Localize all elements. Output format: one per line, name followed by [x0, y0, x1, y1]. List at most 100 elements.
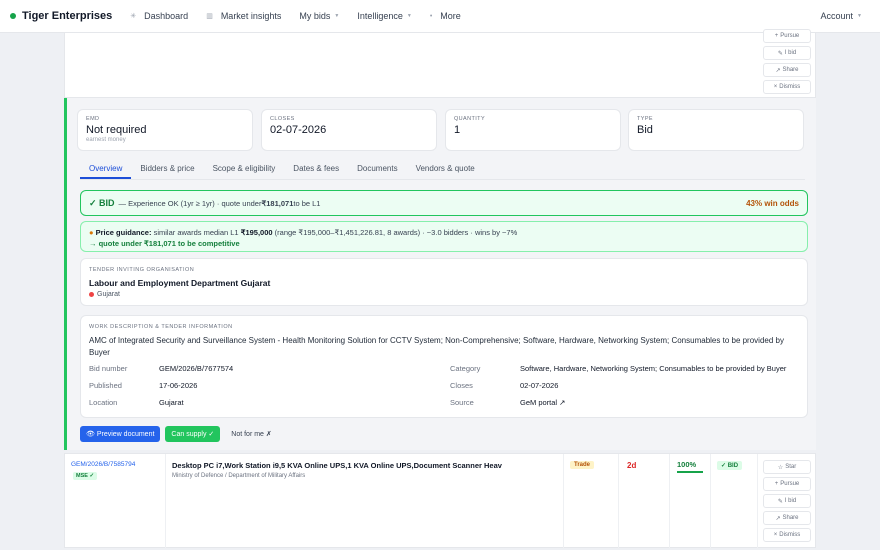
work-description-panel: Work description & tender information AM…	[80, 315, 808, 418]
tab-vendors-quote[interactable]: Vendors & quote	[407, 160, 484, 179]
brand-name: Tiger Enterprises	[22, 10, 113, 22]
column-divider	[618, 454, 619, 549]
nav-dashboard[interactable]: ✳ Dashboard	[130, 11, 188, 21]
dismiss-button[interactable]: × Dismiss	[763, 80, 811, 94]
field-source: Source GeM portal ↗	[450, 398, 565, 407]
detail-tabs: Overview Bidders & price Scope & eligibi…	[80, 160, 805, 180]
field-published-value: 17-06-2026	[159, 381, 198, 390]
guidance-cta: → quote under ₹181,071 to be competitive	[89, 239, 240, 248]
plus-icon: +	[774, 481, 779, 487]
nav-more-label: More	[440, 11, 461, 21]
nav-intelligence-label: Intelligence	[357, 11, 403, 21]
stat-type-label: Type	[637, 116, 653, 122]
pursue-label: Pursue	[780, 33, 800, 39]
share-button[interactable]: ↗ Share	[763, 511, 811, 525]
preview-document-button[interactable]: 👁 Preview document	[80, 426, 161, 442]
nav-my-bids-label: My bids	[299, 11, 331, 21]
account-menu[interactable]: Account ▼	[821, 11, 862, 21]
stat-closes-label: Closes	[270, 116, 295, 122]
row-verdict-badge: ✓ BID	[717, 461, 743, 470]
mse-badge: MSE ✓	[73, 472, 98, 480]
tab-overview[interactable]: Overview	[80, 160, 132, 179]
field-bid-number-key: Bid number	[89, 364, 128, 373]
column-divider	[669, 454, 670, 549]
chevron-down-icon: ▼	[406, 13, 412, 19]
gem-portal-link[interactable]: GeM portal ↗	[520, 398, 565, 407]
pursue-button[interactable]: + Pursue	[763, 477, 811, 491]
i-bid-label: I bid	[784, 498, 797, 504]
stat-quantity-label: Quantity	[454, 116, 486, 122]
brand[interactable]: Tiger Enterprises	[10, 10, 112, 22]
field-location-value: Gujarat	[159, 398, 184, 407]
organisation-panel-label: Tender inviting organisation	[89, 267, 195, 273]
field-location: Location Gujarat	[89, 398, 184, 407]
tab-dates-fees[interactable]: Dates & fees	[284, 160, 348, 179]
star-label: Star	[785, 464, 797, 470]
guidance-text-1: similar awards median L1	[151, 228, 241, 237]
bid-verdict-banner: ✓ BID — Experience OK (1yr ≥ 1yr) · quot…	[80, 190, 808, 216]
chevron-down-icon: ▼	[334, 13, 340, 19]
account-label: Account	[820, 11, 854, 21]
tender-detail-panel: EMD Not required earnest money Closes 02…	[64, 98, 816, 450]
money-bag-icon: ●	[89, 228, 94, 237]
previous-tender-card: + Pursue ✎ I bid ↗ Share × Dismiss	[64, 29, 816, 98]
nav-my-bids[interactable]: My bids ▼	[299, 11, 339, 21]
chevron-down-icon: ▼	[857, 13, 862, 19]
nav-more[interactable]: • More	[430, 11, 461, 21]
nav-market-insights[interactable]: ▥ Market insights	[206, 11, 281, 21]
match-progress-bar	[677, 471, 703, 473]
field-category-key: Category	[450, 364, 481, 373]
stat-quantity: Quantity 1	[445, 109, 621, 151]
stat-emd-label: EMD	[86, 116, 100, 122]
organisation-location-text: Gujarat	[97, 291, 120, 298]
grid-icon: ✳	[130, 13, 137, 20]
close-icon: ×	[773, 532, 778, 538]
not-for-me-button[interactable]: Not for me ✗	[225, 426, 278, 442]
can-supply-button[interactable]: Can supply ✓	[165, 426, 221, 442]
field-closes: Closes 02-07-2026	[450, 381, 558, 390]
previous-card-actions: + Pursue ✎ I bid ↗ Share × Dismiss	[763, 29, 811, 94]
share-icon: ↗	[775, 67, 781, 74]
tab-documents[interactable]: Documents	[348, 160, 406, 179]
tender-row[interactable]: GEM/2026/B/7585794 MSE ✓ Desktop PC i7,W…	[64, 453, 816, 549]
column-divider	[710, 454, 711, 549]
tab-scope-eligibility[interactable]: Scope & eligibility	[204, 160, 285, 179]
tab-bidders-price[interactable]: Bidders & price	[131, 160, 203, 179]
share-icon: ↗	[775, 515, 781, 522]
bid-verdict-tag: ✓ BID	[89, 197, 115, 208]
share-label: Share	[782, 515, 799, 521]
dismiss-label: Dismiss	[779, 84, 801, 90]
verdict-text-post: to be L1	[293, 198, 321, 208]
field-location-key: Location	[89, 398, 118, 407]
stat-emd-sub: earnest money	[86, 137, 126, 143]
row-match-percent: 100%	[677, 460, 697, 469]
i-bid-button[interactable]: ✎ I bid	[763, 46, 811, 60]
nav-intelligence[interactable]: Intelligence ▼	[357, 11, 412, 21]
row-actions: ☆ Star + Pursue ✎ I bid ↗ Share × Dismiss	[763, 460, 811, 542]
column-divider	[563, 454, 564, 549]
row-department: Ministry of Defence / Department of Mili…	[172, 473, 306, 479]
row-bid-number-link[interactable]: GEM/2026/B/7585794	[71, 461, 135, 468]
field-published-key: Published	[89, 381, 122, 390]
field-closes-value: 02-07-2026	[520, 381, 559, 390]
field-bid-number: Bid number GEM/2026/B/7677574	[89, 364, 233, 373]
stat-closes-value: 02-07-2026	[270, 124, 327, 136]
field-closes-key: Closes	[450, 381, 473, 390]
stat-emd-value: Not required	[86, 124, 147, 136]
dismiss-button[interactable]: × Dismiss	[763, 528, 811, 542]
pursue-label: Pursue	[780, 481, 800, 487]
verdict-amount: ₹181,071	[261, 198, 294, 208]
column-divider	[165, 454, 166, 549]
close-icon: ×	[773, 84, 778, 90]
row-title[interactable]: Desktop PC i7,Work Station i9,5 KVA Onli…	[172, 461, 502, 470]
star-button[interactable]: ☆ Star	[763, 460, 811, 474]
stat-quantity-value: 1	[454, 124, 461, 136]
pursue-button[interactable]: + Pursue	[763, 29, 811, 43]
brand-logo-icon	[10, 13, 16, 19]
stat-type: Type Bid	[628, 109, 804, 151]
i-bid-button[interactable]: ✎ I bid	[763, 494, 811, 508]
share-button[interactable]: ↗ Share	[763, 63, 811, 77]
star-icon: ☆	[777, 464, 784, 471]
star-outline-icon: +	[774, 33, 779, 39]
nav-market-insights-label: Market insights	[220, 11, 282, 21]
